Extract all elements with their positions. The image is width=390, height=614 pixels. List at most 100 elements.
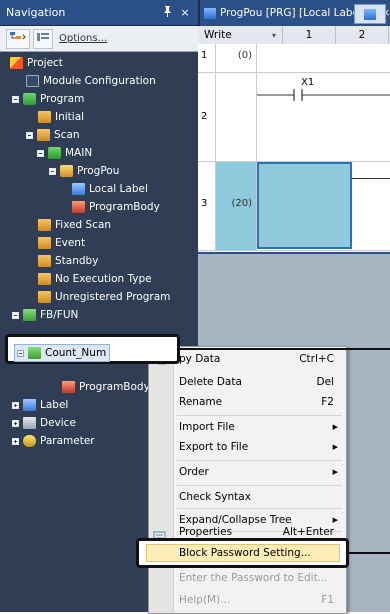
menu-item-help: Help(M)... F1 [179,591,340,609]
column-header: 2 [336,26,389,44]
tree-item-label: Unregistered Program [55,291,171,303]
tree-item-event[interactable]: Event [38,234,85,252]
column-header: 1 [283,26,336,44]
list-view-icon [37,32,49,45]
menu-item-import-file[interactable]: Import File ▶ [179,418,340,436]
tree-item-label: Local Label [89,183,148,195]
tree-item-project[interactable]: Project [10,54,63,72]
menu-item-shortcut: Del [316,376,334,388]
ladder-icon [204,7,216,19]
ladder-icon [364,8,376,20]
tree-item-parameter[interactable]: Parameter [12,432,95,450]
tree-item-initial[interactable]: Initial [38,108,84,126]
tree-item-program[interactable]: Program [12,90,84,108]
grid-header: Write ▾ 1 2 [198,26,390,45]
folder-icon [38,237,51,249]
tree-view-button[interactable] [6,28,30,49]
menu-item-copy-data[interactable]: py Data Ctrl+C [179,350,340,368]
tree-item-standby[interactable]: Standby [38,252,98,270]
ladder-row[interactable]: 2 X1 [198,73,390,162]
tree-item-label: No Execution Type [55,273,152,285]
tree-item-no-execution-type[interactable]: No Execution Type [38,270,152,288]
menu-item-label: Block Password Setting... [179,547,311,559]
tree-item-device[interactable]: Device [12,414,76,432]
menu-separator [177,460,342,461]
pou-icon [60,165,73,177]
folder-icon [38,255,51,267]
menu-item-block-password-setting[interactable]: Block Password Setting... [146,544,340,562]
rung-line [352,178,390,179]
submenu-arrow-icon: ▶ [332,423,338,431]
tree-item-label: ProgramBody [89,201,160,213]
tree-item-program-body-2[interactable]: ProgramBody [62,378,150,396]
tree-item-label[interactable]: Label [12,396,68,414]
tree-item-fb-fun[interactable]: FB/FUN [12,306,78,324]
expand-icon[interactable] [12,419,19,427]
tab-secondary[interactable] [354,4,386,24]
navigation-header: Navigation × [0,0,198,26]
menu-item-label: Delete Data [179,376,242,388]
ladder-row[interactable]: 3 (20) [198,162,390,251]
label-icon [23,399,36,411]
tree-item-label: Count_Num [45,347,107,359]
options-label: Options... [59,33,108,44]
tree-item-fixed-scan[interactable]: Fixed Scan [38,216,111,234]
tree-view-icon [10,32,26,45]
tree-item-label: Fixed Scan [55,219,112,231]
menu-item-shortcut: F1 [321,594,334,606]
folder-icon [38,111,51,123]
menu-separator [177,415,342,416]
menu-item-export-to-file[interactable]: Export to File ▶ [179,438,340,456]
menu-item-label: py Data [179,353,221,365]
tree-item-label: Event [55,237,86,249]
tree-item-program-body[interactable]: ProgramBody [72,198,160,216]
tree-item-label: Program [40,93,85,105]
collapse-icon[interactable] [49,167,56,175]
expand-icon[interactable] [12,437,19,445]
menu-item-order[interactable]: Order ▶ [179,463,340,481]
expand-icon[interactable] [12,401,19,409]
cursor-cell[interactable] [257,162,352,249]
collapse-icon[interactable] [17,349,24,357]
module-configuration-icon [26,75,39,87]
tree-item-main[interactable]: MAIN [37,144,92,162]
context-menu: py Data Ctrl+C Delete Data Del Rename F2… [148,346,347,614]
close-button[interactable]: × [178,6,192,19]
pin-icon[interactable] [160,5,174,20]
parameter-icon [23,435,36,447]
menu-item-shortcut: Ctrl+C [299,353,334,365]
device-icon [23,417,36,429]
submenu-arrow-icon: ▶ [332,516,338,524]
normally-open-contact[interactable] [257,87,390,103]
tree-item-unregistered-program[interactable]: Unregistered Program [38,288,170,306]
options-button[interactable]: Options... [56,30,110,48]
tree-item-local-label[interactable]: Local Label [72,180,148,198]
tree-item-progpou[interactable]: ProgPou [49,162,119,180]
collapse-icon[interactable] [12,311,19,319]
tab-title: ProgPou [PRG] [Local Label ... [220,7,376,19]
collapse-icon[interactable] [37,149,44,157]
tree-item-module-configuration[interactable]: Module Configuration [26,72,156,90]
ladder-row[interactable]: 1 (0) [198,44,390,73]
tree-item-label: Parameter [40,435,95,447]
menu-item-rename[interactable]: Rename F2 [179,393,340,411]
row-number: 1 [198,44,216,72]
menu-item-properties[interactable]: Properties Alt+Enter [179,525,340,539]
tree-item-count-num[interactable]: Count_Num [14,344,111,362]
menu-item-delete-data[interactable]: Delete Data Del [179,373,340,391]
collapse-icon[interactable] [12,95,19,103]
program-body-icon [62,381,75,393]
tree-item-label: Project [27,57,63,69]
tree-item-label: Label [40,399,69,411]
menu-item-check-syntax[interactable]: Check Syntax [179,488,340,506]
tree-item-label: ProgramBody [79,381,150,393]
program-icon [23,93,36,105]
mode-selector[interactable]: Write ▾ [198,26,283,44]
collapse-icon[interactable] [26,131,33,139]
menu-item-label: Import File [179,421,235,433]
tree-item-label: MAIN [65,147,93,159]
fb-fun-icon [23,309,36,321]
editor-tab-bar: ProgPou [PRG] [Local Label ... × [198,0,390,26]
tree-item-scan[interactable]: Scan [26,126,80,144]
list-view-button[interactable] [33,28,53,49]
